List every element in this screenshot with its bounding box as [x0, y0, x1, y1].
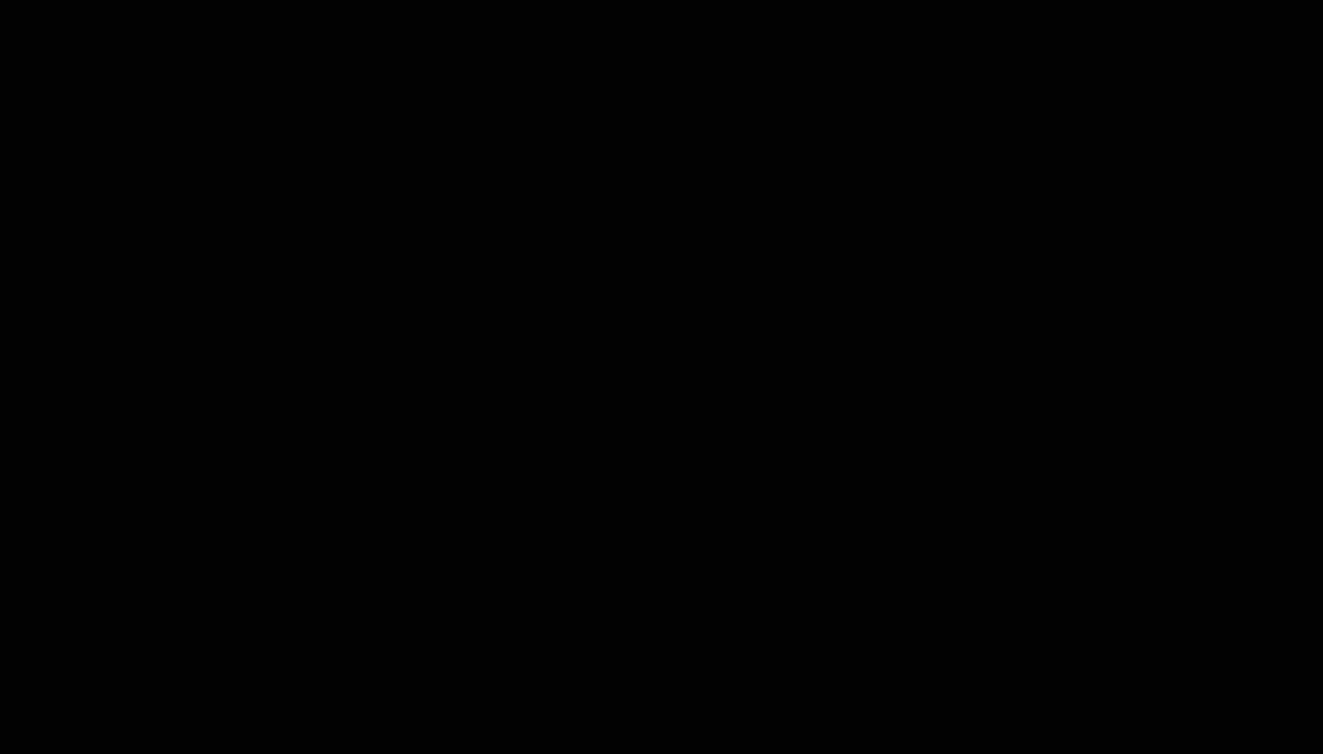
circuit-svg: [0, 0, 1323, 754]
circuit-canvas: [0, 0, 1323, 754]
